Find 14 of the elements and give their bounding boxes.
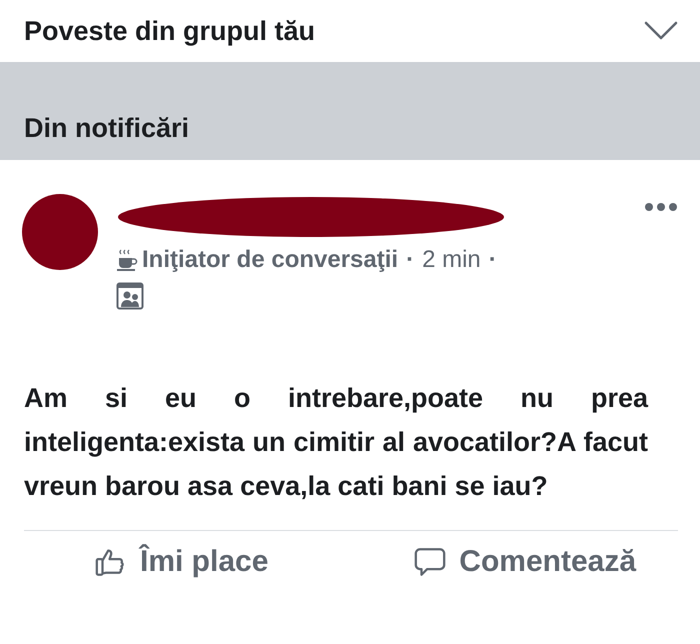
- author-badge[interactable]: Iniţiator de conversaţii: [142, 246, 398, 274]
- group-icon: [116, 282, 144, 310]
- section-title: Poveste din grupul tău: [24, 16, 316, 46]
- section-title: Din notificări: [24, 113, 190, 144]
- like-button[interactable]: Îmi place: [94, 545, 268, 579]
- post-time[interactable]: 2 min: [422, 246, 481, 274]
- separator: ·: [406, 246, 414, 274]
- dots-icon[interactable]: [644, 202, 678, 212]
- speech-bubble-icon: [413, 545, 448, 579]
- comment-button[interactable]: Comentează: [413, 545, 636, 579]
- coffee-cup-icon: [116, 248, 138, 272]
- chevron-icon[interactable]: [644, 21, 678, 41]
- post-text: Am si eu o intrebare,poate nu prea inteligenta:exista un cimitir al avocatilor?A facut vreun barou asa ceva,la cati bani se iau?: [24, 382, 648, 503]
- separator: ·: [488, 246, 497, 274]
